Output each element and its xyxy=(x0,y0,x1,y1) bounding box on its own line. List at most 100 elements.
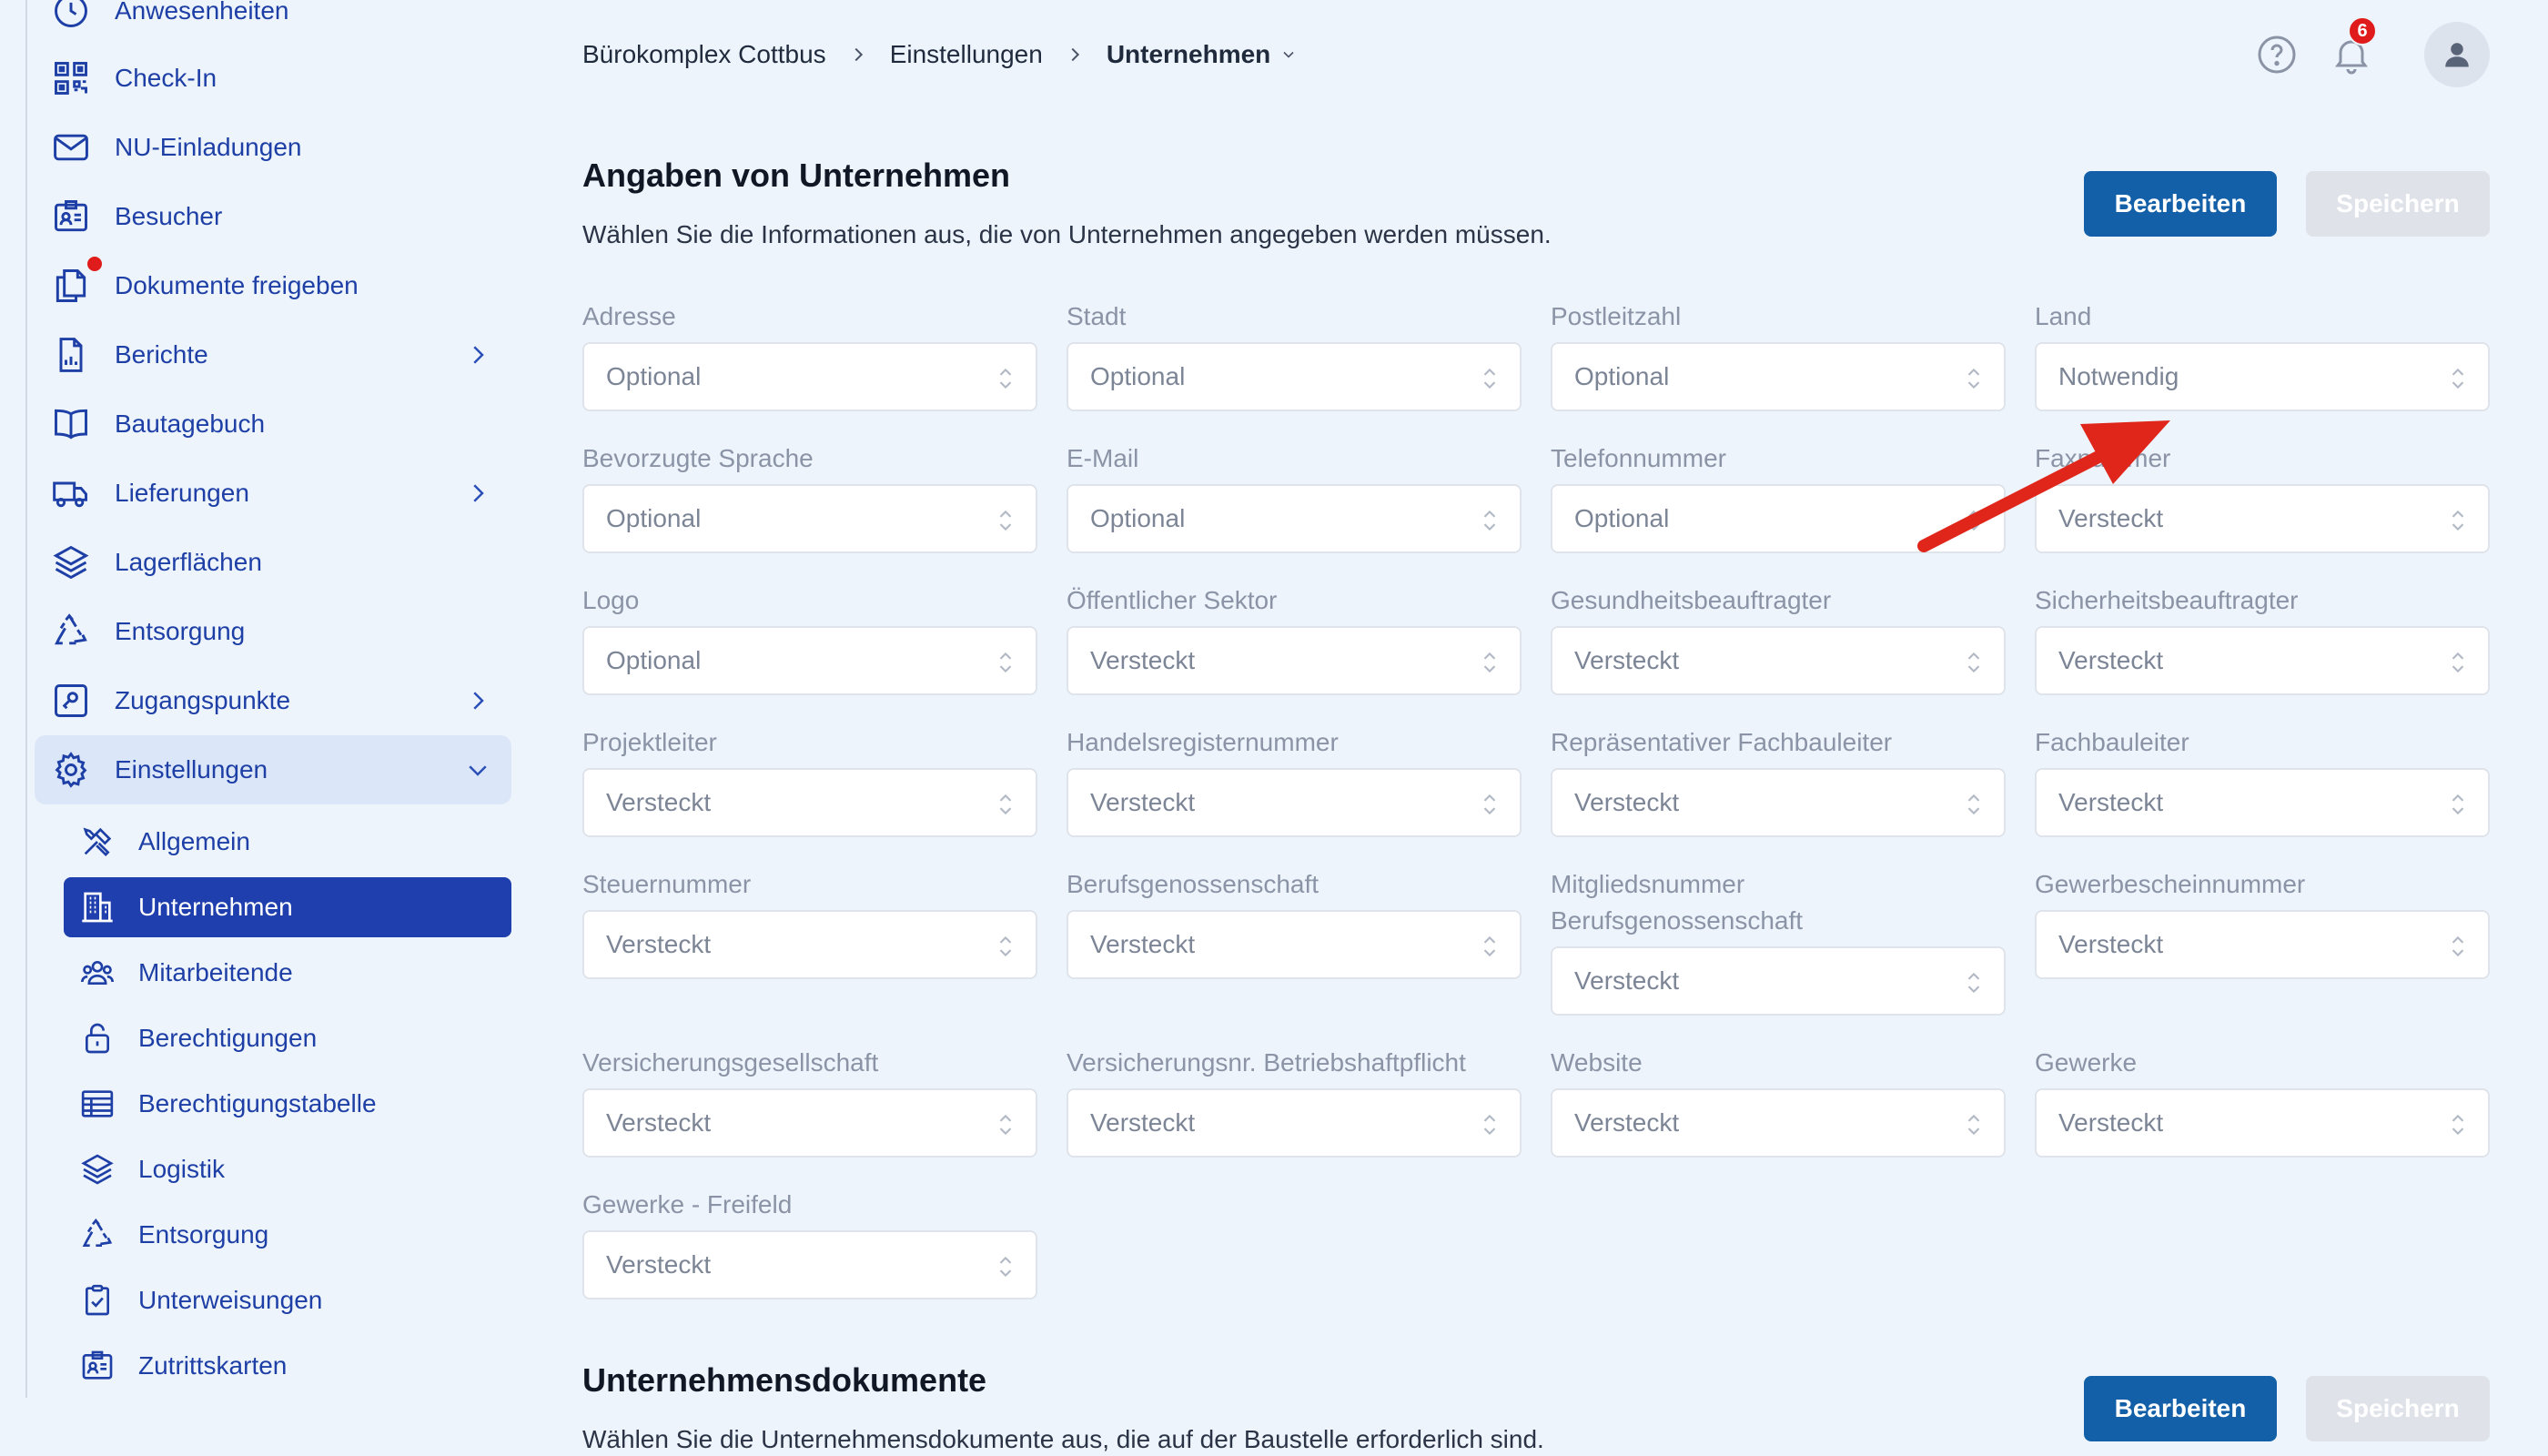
field-label: Website xyxy=(1551,1048,1643,1077)
chevron-right-icon xyxy=(848,45,868,65)
table-icon xyxy=(78,1085,116,1123)
recycle-icon xyxy=(78,1216,116,1254)
trades-select[interactable]: Versteckt xyxy=(2035,1088,2490,1158)
site-manager-select[interactable]: Versteckt xyxy=(2035,768,2490,837)
trades-freetext-select[interactable]: Versteckt xyxy=(582,1230,1037,1299)
project-lead-select[interactable]: Versteckt xyxy=(582,768,1037,837)
health-officer-select[interactable]: Versteckt xyxy=(1551,626,2006,695)
select-value: Versteckt xyxy=(2058,646,2164,674)
chevron-right-icon xyxy=(473,484,484,502)
language-select[interactable]: Optional xyxy=(582,484,1037,553)
sort-arrows-icon xyxy=(999,510,1012,531)
field-label: Logo xyxy=(582,586,640,614)
select-value: Versteckt xyxy=(1090,788,1196,816)
save-button[interactable]: Speichern xyxy=(2306,1376,2490,1441)
sidebar-item-bautagebuch[interactable]: Bautagebuch xyxy=(35,389,511,459)
sidebar-subitem-zutrittskarten[interactable]: Zutrittskarten xyxy=(64,1336,511,1396)
notification-badge: 6 xyxy=(2348,16,2377,46)
avatar[interactable] xyxy=(2424,22,2490,87)
recycle-icon xyxy=(51,612,91,652)
liability-insurance-select[interactable]: Versteckt xyxy=(1067,1088,1522,1158)
edit-button[interactable]: Bearbeiten xyxy=(2084,1376,2277,1441)
sort-arrows-icon xyxy=(999,935,1012,957)
sidebar-item-check-in[interactable]: Check-In xyxy=(35,44,511,113)
sidebar-item-besucher[interactable]: Besucher xyxy=(35,182,511,251)
public-sector-select[interactable]: Versteckt xyxy=(1067,626,1522,695)
field-label: Faxnummer xyxy=(2035,444,2171,472)
sort-arrows-icon xyxy=(1483,935,1496,957)
help-icon[interactable] xyxy=(2255,33,2299,76)
sidebar-item-zugangspunkte[interactable]: Zugangspunkte xyxy=(35,666,511,735)
select-value: Versteckt xyxy=(1574,646,1680,674)
website-select[interactable]: Versteckt xyxy=(1551,1088,2006,1158)
select-value: Optional xyxy=(1574,504,1670,532)
email-select[interactable]: Optional xyxy=(1067,484,1522,553)
sidebar-subitem-mitarbeitende[interactable]: Mitarbeitende xyxy=(64,943,511,1003)
sidebar-subitem-label: Zutrittskarten xyxy=(138,1351,288,1380)
breadcrumb-settings[interactable]: Einstellungen xyxy=(890,40,1043,69)
trade-association-select[interactable]: Versteckt xyxy=(1067,910,1522,979)
fax-select[interactable]: Versteckt xyxy=(2035,484,2490,553)
sidebar-item-einstellungen[interactable]: Einstellungen xyxy=(35,735,511,804)
sort-arrows-icon xyxy=(1483,652,1496,673)
field-label: Projektleiter xyxy=(582,728,717,756)
book-icon xyxy=(51,404,91,444)
clipboard-check-icon xyxy=(78,1281,116,1320)
field-label: Land xyxy=(2035,302,2092,330)
sidebar-item-dokumente-freigeben[interactable]: Dokumente freigeben xyxy=(35,251,511,320)
field-label: Adresse xyxy=(582,302,676,330)
sidebar-item-label: Anwesenheiten xyxy=(115,0,289,25)
sidebar-item-entsorgung[interactable]: Entsorgung xyxy=(35,597,511,666)
sidebar-item-anwesenheiten[interactable]: Anwesenheiten xyxy=(35,0,511,46)
representative-site-manager-select[interactable]: Versteckt xyxy=(1551,768,2006,837)
sidebar-item-nu-einladungen[interactable]: NU-Einladungen xyxy=(35,113,511,182)
breadcrumb-current[interactable]: Unternehmen xyxy=(1107,40,1270,69)
country-select[interactable]: Notwendig xyxy=(2035,342,2490,411)
business-license-select[interactable]: Versteckt xyxy=(2035,910,2490,979)
field-label: Öffentlicher Sektor xyxy=(1067,586,1278,614)
field-label: Mitgliedsnummer Berufsgenossenschaft xyxy=(1551,870,1804,935)
edit-button[interactable]: Bearbeiten xyxy=(2084,171,2277,237)
safety-officer-select[interactable]: Versteckt xyxy=(2035,626,2490,695)
phone-select[interactable]: Optional xyxy=(1551,484,2006,553)
sidebar-item-label: Dokumente freigeben xyxy=(115,271,359,299)
sort-arrows-icon xyxy=(999,652,1012,673)
section-description: Wählen Sie die Informationen aus, die vo… xyxy=(582,220,1552,248)
sidebar-item-lieferungen[interactable]: Lieferungen xyxy=(35,459,511,528)
sidebar-subitem-unterweisungen[interactable]: Unterweisungen xyxy=(64,1270,511,1330)
field-label: Handelsregisternummer xyxy=(1067,728,1339,756)
sidebar-subitem-label: Berechtigungstabelle xyxy=(138,1089,377,1117)
insurance-company-select[interactable]: Versteckt xyxy=(582,1088,1037,1158)
member-number-select[interactable]: Versteckt xyxy=(1551,946,2006,1016)
save-button[interactable]: Speichern xyxy=(2306,171,2490,237)
building-icon xyxy=(78,888,116,926)
sidebar-subitem-label: Logistik xyxy=(138,1155,225,1183)
chevron-down-icon[interactable] xyxy=(1279,46,1298,64)
sidebar-border xyxy=(25,0,27,1398)
select-value: Versteckt xyxy=(606,788,712,816)
select-value: Versteckt xyxy=(2058,930,2164,958)
sidebar-subitem-allgemein[interactable]: Allgemein xyxy=(64,812,511,872)
sidebar-item-berichte[interactable]: Berichte xyxy=(35,320,511,389)
field-label: Telefonnummer xyxy=(1551,444,1726,472)
city-select[interactable]: Optional xyxy=(1067,342,1522,411)
sidebar-subitem-unternehmen[interactable]: Unternehmen xyxy=(64,877,511,937)
sidebar-item-label: Check-In xyxy=(115,64,217,92)
sidebar-subitem-entsorgung[interactable]: Entsorgung xyxy=(64,1205,511,1265)
postal-code-select[interactable]: Optional xyxy=(1551,342,2006,411)
sidebar-item-lagerflaechen[interactable]: Lagerflächen xyxy=(35,528,511,597)
select-value: Optional xyxy=(1090,362,1186,390)
tax-number-select[interactable]: Versteckt xyxy=(582,910,1037,979)
sidebar-item-label: Berichte xyxy=(115,340,208,369)
chevron-right-icon xyxy=(1065,45,1085,65)
breadcrumb-project[interactable]: Bürokomplex Cottbus xyxy=(582,40,826,69)
sidebar-subitem-logistik[interactable]: Logistik xyxy=(64,1139,511,1199)
logo-select[interactable]: Optional xyxy=(582,626,1037,695)
gear-icon xyxy=(51,750,91,790)
sort-arrows-icon xyxy=(1967,368,1980,389)
trade-register-select[interactable]: Versteckt xyxy=(1067,768,1522,837)
address-select[interactable]: Optional xyxy=(582,342,1037,411)
sidebar-subitem-berechtigungstabelle[interactable]: Berechtigungstabelle xyxy=(64,1074,511,1134)
envelope-icon xyxy=(51,127,91,167)
sidebar-subitem-berechtigungen[interactable]: Berechtigungen xyxy=(64,1008,511,1068)
